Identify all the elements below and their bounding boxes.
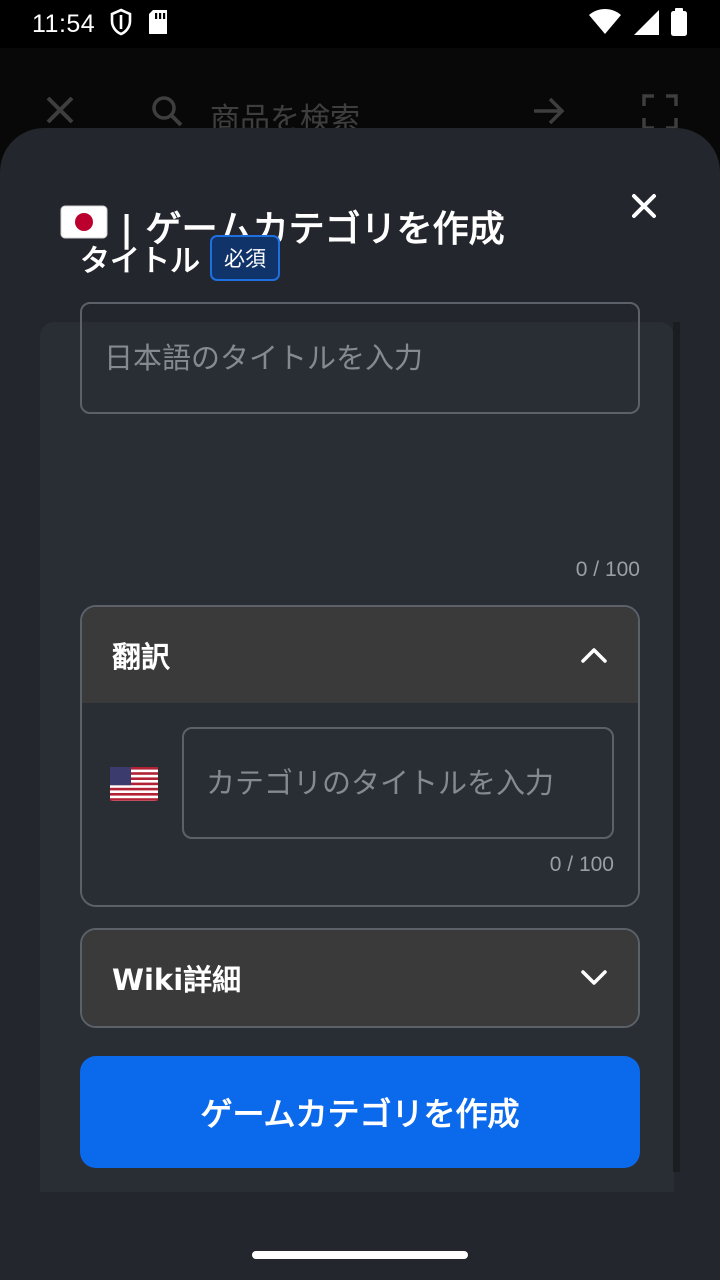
shield-icon <box>109 8 133 41</box>
translation-accordion-body: 0 / 100 <box>82 703 638 905</box>
title-label-row: タイトル 必須 <box>80 234 280 282</box>
chevron-down-icon <box>580 969 608 987</box>
close-button[interactable] <box>624 186 664 226</box>
arrow-right-icon <box>532 94 566 132</box>
search-icon <box>150 94 184 132</box>
close-icon <box>632 194 656 218</box>
status-bar: 11:54 <box>0 0 720 48</box>
wiki-title: Wiki詳細 <box>112 963 242 997</box>
title-label: タイトル <box>80 244 200 279</box>
chevron-up-icon <box>580 646 608 664</box>
wiki-accordion: Wiki詳細 <box>80 928 640 1028</box>
signal-icon <box>632 8 660 41</box>
create-category-button[interactable]: ゲームカテゴリを作成 <box>80 1056 640 1168</box>
wiki-accordion-header[interactable]: Wiki詳細 <box>82 930 638 1026</box>
translation-input[interactable] <box>182 727 614 839</box>
translation-accordion-header[interactable]: 翻訳 <box>82 607 638 703</box>
battery-icon <box>670 7 688 42</box>
title-input[interactable] <box>80 302 640 414</box>
us-flag-icon <box>110 767 158 805</box>
translation-accordion: 翻訳 0 / 100 <box>80 605 640 907</box>
scrollbar[interactable] <box>673 322 680 1172</box>
translation-char-counter: 0 / 100 <box>549 853 614 876</box>
home-indicator[interactable] <box>252 1251 468 1259</box>
close-icon <box>42 92 78 132</box>
status-time: 11:54 <box>32 9 96 38</box>
wifi-icon <box>588 8 622 41</box>
sd-card-icon <box>147 9 169 40</box>
translation-title: 翻訳 <box>112 640 171 674</box>
title-char-counter: 0 / 100 <box>575 558 640 581</box>
required-badge: 必須 <box>210 235 280 281</box>
